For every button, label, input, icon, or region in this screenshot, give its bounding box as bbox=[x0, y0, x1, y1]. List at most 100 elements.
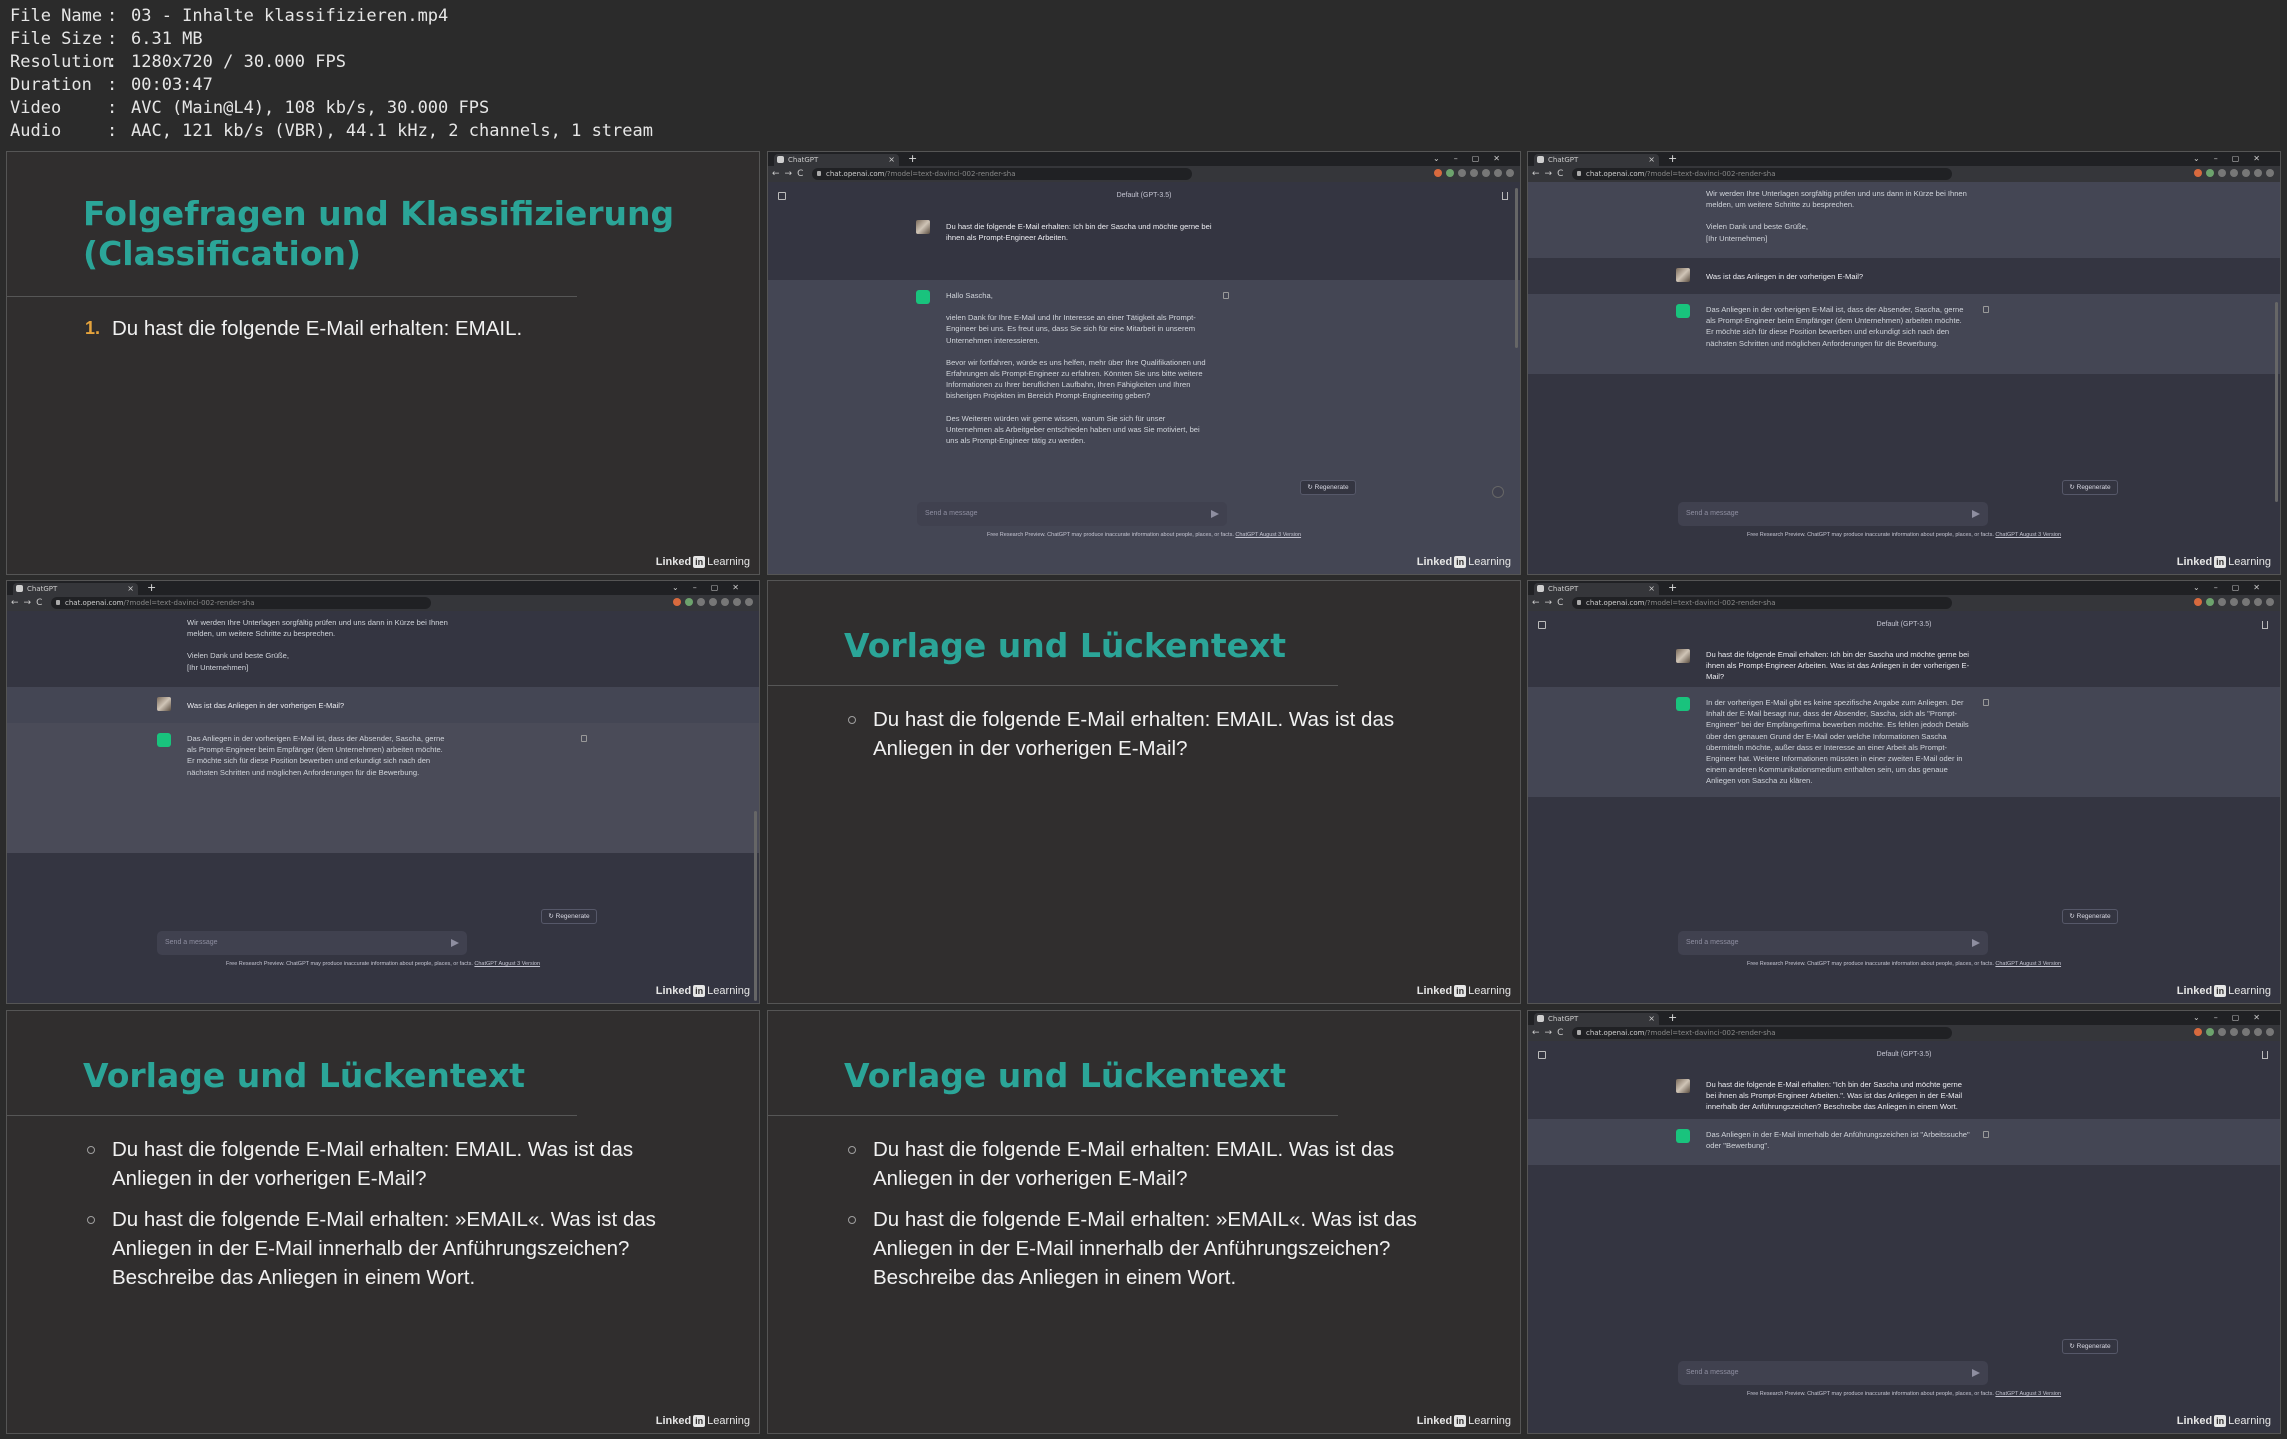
browser-tab[interactable]: ChatGPT × bbox=[1534, 1013, 1659, 1025]
scrollbar[interactable] bbox=[1515, 188, 1518, 348]
window-controls[interactable]: ⌄–▢✕ bbox=[672, 581, 753, 595]
file-info-header: File Name:03 - Inhalte klassifizieren.mp… bbox=[10, 5, 653, 143]
new-tab-button[interactable]: + bbox=[1668, 1011, 1677, 1025]
user-avatar bbox=[1676, 649, 1690, 663]
video-frame-chatgpt-email-reply: ChatGPT × + ⌄–▢✕ ←→C chat.openai.com/?model=t… bbox=[767, 151, 1521, 575]
share-icon[interactable] bbox=[1502, 192, 1508, 200]
footer-note: Free Research Preview. ChatGPT may produ… bbox=[986, 532, 1302, 538]
user-message: Du hast die folgende E-Mail erhalten: Ic… bbox=[768, 210, 1520, 280]
list-item: Du hast die folgende E-Mail erhalten: EM… bbox=[844, 705, 1434, 763]
message-input[interactable]: Send a message bbox=[1678, 931, 1988, 955]
navigation-buttons[interactable]: ←→C bbox=[772, 167, 808, 181]
regenerate-button[interactable]: ↻ Regenerate bbox=[541, 909, 597, 924]
regenerate-button[interactable]: ↻ Regenerate bbox=[2062, 909, 2118, 924]
send-icon[interactable] bbox=[1211, 510, 1219, 518]
address-bar[interactable]: chat.openai.com/?model=text-davinci-002-… bbox=[1572, 168, 1952, 180]
sidebar-toggle-icon[interactable] bbox=[778, 192, 786, 200]
list-item: 1. Du hast die folgende E-Mail erhalten: … bbox=[85, 317, 523, 340]
new-tab-button[interactable]: + bbox=[1668, 152, 1677, 166]
browser-tab[interactable]: ChatGPT × bbox=[1534, 154, 1659, 166]
extension-icons[interactable] bbox=[2194, 1028, 2274, 1036]
video-frame-chatgpt-followup-2: ChatGPT × + ⌄–▢✕ ←→C chat.openai.com/?model=t… bbox=[6, 580, 760, 1004]
regenerate-button[interactable]: ↻ Regenerate bbox=[2062, 1339, 2118, 1354]
file-info-key: Resolution bbox=[10, 52, 113, 72]
list-item: Du hast die folgende E-Mail erhalten: EM… bbox=[844, 1135, 1434, 1193]
extension-icons[interactable] bbox=[1434, 169, 1514, 177]
navigation-buttons[interactable]: ←→C bbox=[11, 596, 47, 610]
close-tab-icon[interactable]: × bbox=[127, 583, 134, 595]
chatgpt-logo-icon bbox=[1676, 697, 1690, 711]
send-icon[interactable] bbox=[1972, 939, 1980, 947]
browser-tab[interactable]: ChatGPT × bbox=[13, 583, 138, 595]
extension-icons[interactable] bbox=[2194, 598, 2274, 606]
user-message: Was ist das Anliegen in der vorherigen E… bbox=[7, 687, 759, 723]
address-bar[interactable]: chat.openai.com/?model=text-davinci-002-… bbox=[1572, 1027, 1952, 1039]
slide-title: Folgefragen und Klassifizierung (Classifi… bbox=[83, 194, 675, 273]
scrollbar[interactable] bbox=[2275, 302, 2278, 502]
extension-icons[interactable] bbox=[673, 598, 753, 606]
tab-bar: ChatGPT × + ⌄–▢✕ bbox=[1528, 1011, 2280, 1025]
window-controls[interactable]: ⌄–▢✕ bbox=[2193, 152, 2274, 166]
tab-bar: ChatGPT × + ⌄–▢✕ bbox=[1528, 581, 2280, 595]
user-avatar bbox=[1676, 268, 1690, 282]
close-tab-icon[interactable]: × bbox=[1648, 1013, 1655, 1025]
sidebar-toggle-icon[interactable] bbox=[1538, 1051, 1546, 1059]
copy-icon[interactable] bbox=[1983, 1131, 1989, 1138]
user-avatar bbox=[1676, 1079, 1690, 1093]
new-tab-button[interactable]: + bbox=[147, 581, 156, 595]
close-tab-icon[interactable]: × bbox=[888, 154, 895, 166]
message-input[interactable]: Send a message bbox=[1678, 502, 1988, 526]
copy-icon[interactable] bbox=[581, 735, 587, 742]
file-info-key: Audio bbox=[10, 121, 62, 141]
close-tab-icon[interactable]: × bbox=[1648, 154, 1655, 166]
title-divider bbox=[768, 1115, 1338, 1116]
scrollbar[interactable] bbox=[754, 811, 757, 1001]
navigation-buttons[interactable]: ←→C bbox=[1532, 596, 1568, 610]
browser-tab[interactable]: ChatGPT × bbox=[774, 154, 899, 166]
slide-list: 1. Du hast die folgende E-Mail erhalten: … bbox=[83, 314, 673, 355]
regenerate-button[interactable]: ↻ Regenerate bbox=[1300, 480, 1356, 495]
address-bar[interactable]: chat.openai.com/?model=text-davinci-002-… bbox=[51, 597, 431, 609]
slide-list: Du hast die folgende E-Mail erhalten: EM… bbox=[844, 705, 1434, 775]
sidebar-toggle-icon[interactable] bbox=[1538, 621, 1546, 629]
message-input[interactable]: Send a message bbox=[917, 502, 1227, 526]
new-tab-button[interactable]: + bbox=[908, 152, 917, 166]
slide-title: Vorlage und Lückentext bbox=[83, 1056, 526, 1095]
copy-icon[interactable] bbox=[1983, 306, 1989, 313]
share-icon[interactable] bbox=[2262, 1051, 2268, 1059]
address-bar[interactable]: chat.openai.com/?model=text-davinci-002-… bbox=[1572, 597, 1952, 609]
navigation-buttons[interactable]: ←→C bbox=[1532, 1026, 1568, 1040]
close-tab-icon[interactable]: × bbox=[1648, 583, 1655, 595]
address-bar-row: ←→C chat.openai.com/?model=text-davinci-0… bbox=[1528, 166, 2280, 182]
window-controls[interactable]: ⌄–▢✕ bbox=[1433, 152, 1514, 166]
regenerate-button[interactable]: ↻ Regenerate bbox=[2062, 480, 2118, 495]
send-icon[interactable] bbox=[1972, 510, 1980, 518]
new-tab-button[interactable]: + bbox=[1668, 581, 1677, 595]
browser-tab[interactable]: ChatGPT × bbox=[1534, 583, 1659, 595]
user-avatar bbox=[157, 697, 171, 711]
video-frame-chatgpt-followup: ChatGPT × + ⌄–▢✕ ←→C chat.openai.com/?model=t… bbox=[1527, 151, 2281, 575]
address-bar-row: ←→C chat.openai.com/?model=text-davinci-0… bbox=[1528, 1025, 2280, 1041]
model-label: Default (GPT-3.5) bbox=[1876, 621, 1932, 628]
assistant-message: In der vorherigen E-Mail gibt es keine s… bbox=[1528, 687, 2280, 797]
send-icon[interactable] bbox=[451, 939, 459, 947]
send-icon[interactable] bbox=[1972, 1369, 1980, 1377]
slide-title: Vorlage und Lückentext bbox=[844, 626, 1287, 665]
video-frame-slide-template: Vorlage und Lückentext Du hast die folge… bbox=[767, 580, 1521, 1004]
message-input[interactable]: Send a message bbox=[1678, 1361, 1988, 1385]
message-input[interactable]: Send a message bbox=[157, 931, 467, 955]
window-controls[interactable]: ⌄–▢✕ bbox=[2193, 1011, 2274, 1025]
extension-icons[interactable] bbox=[2194, 169, 2274, 177]
share-icon[interactable] bbox=[2262, 621, 2268, 629]
linkedin-learning-logo: Linked in Learning bbox=[2176, 1415, 2271, 1427]
list-item: Du hast die folgende E-Mail erhalten: EM… bbox=[83, 1135, 673, 1193]
file-info-row: File Name:03 - Inhalte klassifizieren.mp… bbox=[10, 5, 653, 28]
navigation-buttons[interactable]: ←→C bbox=[1532, 167, 1568, 181]
copy-icon[interactable] bbox=[1983, 699, 1989, 706]
scroll-down-button[interactable] bbox=[1492, 486, 1504, 498]
video-frame-chatgpt-one-word: ChatGPT × + ⌄–▢✕ ←→C chat.openai.com/?model=t… bbox=[1527, 1010, 2281, 1434]
window-controls[interactable]: ⌄–▢✕ bbox=[2193, 581, 2274, 595]
lock-icon bbox=[817, 171, 821, 176]
address-bar[interactable]: chat.openai.com/?model=text-davinci-002-… bbox=[812, 168, 1192, 180]
copy-icon[interactable] bbox=[1223, 292, 1229, 299]
